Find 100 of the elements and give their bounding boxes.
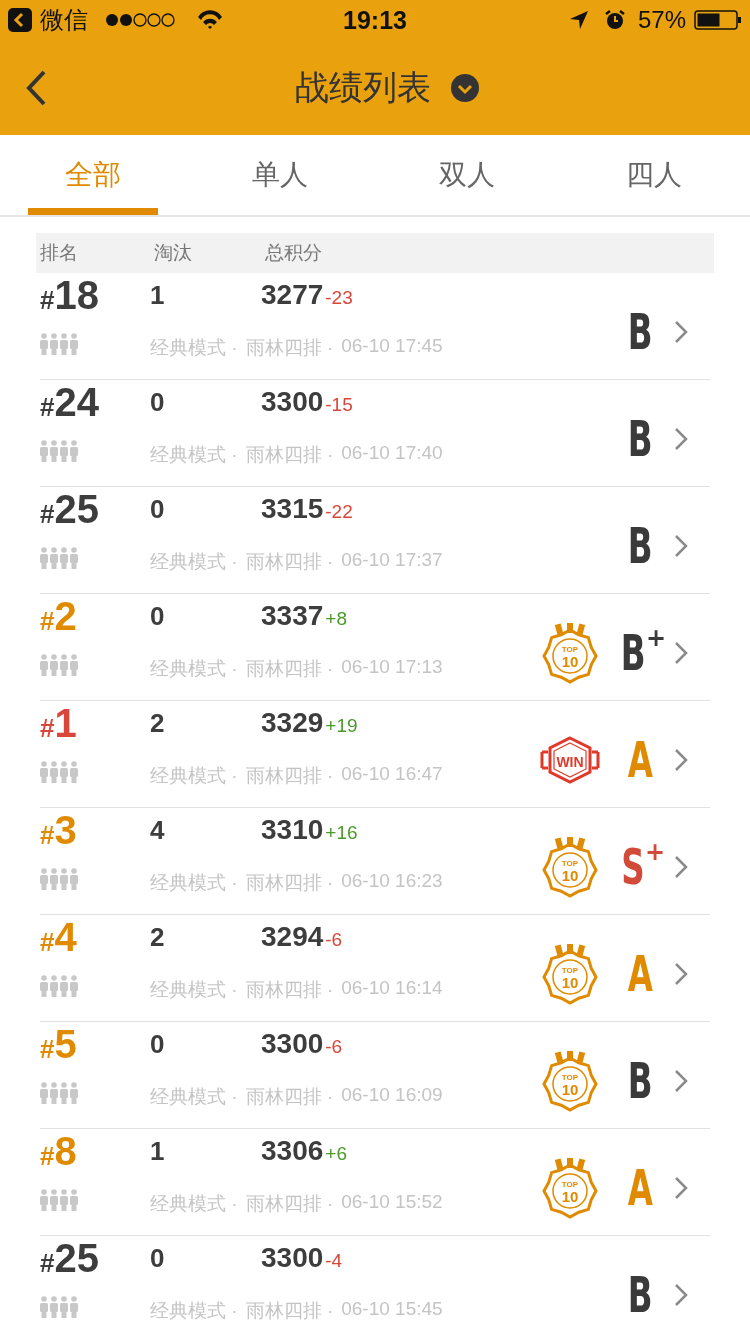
score-change: +16 (325, 822, 358, 843)
rank-number: #25 (40, 1236, 100, 1282)
chevron-right-icon[interactable] (674, 748, 688, 772)
match-time: 06-10 17:37 (341, 549, 443, 572)
map-mode: 雨林四排 · (245, 1085, 334, 1109)
game-mode: 经典模式 · (150, 978, 238, 1002)
elimination-count: 0 (150, 494, 166, 525)
match-time: 06-10 16:23 (341, 870, 443, 893)
chevron-right-icon[interactable] (674, 1176, 688, 1200)
tab[interactable]: 双人 (402, 135, 532, 215)
map-mode: 雨林四排 · (245, 336, 334, 360)
map-mode: 雨林四排 · (245, 764, 334, 788)
grade-letter: A (626, 944, 654, 1005)
total-score: 3300 (261, 386, 324, 417)
grade-letter: B (626, 1265, 654, 1326)
battery-icon (694, 10, 742, 30)
total-score: 3329 (261, 707, 324, 738)
elimination-count: 1 (150, 280, 166, 311)
match-time: 06-10 17:45 (341, 335, 443, 358)
rank-number: #4 (40, 915, 78, 961)
column-header: 排名 (39, 241, 79, 265)
score-change: -23 (325, 287, 353, 308)
elimination-count: 0 (150, 1029, 166, 1060)
map-mode: 雨林四排 · (245, 550, 334, 574)
match-time: 06-10 17:40 (341, 442, 443, 465)
grade-letter: S$^{+}$ (620, 837, 667, 898)
chevron-right-icon[interactable] (674, 320, 688, 344)
score-change: -4 (325, 1250, 343, 1271)
total-score: 3306 (261, 1135, 324, 1166)
score-change: +6 (325, 1143, 347, 1164)
rank-number: #5 (40, 1022, 78, 1068)
grade-letter: A (626, 1158, 654, 1219)
alarm-clock-icon (603, 9, 626, 31)
chevron-right-icon[interactable] (674, 1069, 688, 1093)
grade-letter: B (626, 516, 654, 577)
total-score: 3300 (261, 1242, 324, 1273)
column-header: 总积分 (265, 241, 322, 265)
rank-number: #3 (40, 808, 78, 854)
page-title: 战绩列表 (295, 66, 431, 108)
match-time: 06-10 16:47 (341, 763, 443, 786)
map-mode: 雨林四排 · (245, 657, 334, 681)
total-score: 3310 (261, 814, 324, 845)
game-mode: 经典模式 · (150, 764, 238, 788)
chevron-right-icon[interactable] (674, 534, 688, 558)
match-time: 06-10 15:45 (341, 1298, 443, 1321)
total-score: 3277 (261, 279, 324, 310)
map-mode: 雨林四排 · (245, 978, 334, 1002)
chevron-right-icon[interactable] (674, 962, 688, 986)
grade-letter: B (626, 302, 654, 363)
match-time: 06-10 17:13 (341, 656, 443, 679)
elimination-count: 0 (150, 387, 166, 418)
map-mode: 雨林四排 · (245, 1299, 334, 1323)
map-mode: 雨林四排 · (245, 1192, 334, 1216)
dropdown-icon[interactable] (451, 73, 479, 102)
elimination-count: 2 (150, 708, 166, 739)
game-mode: 经典模式 · (150, 1192, 238, 1216)
chevron-right-icon[interactable] (674, 1283, 688, 1307)
map-mode: 雨林四排 · (245, 443, 334, 467)
score-change: +8 (325, 608, 347, 629)
total-score: 3315 (261, 493, 324, 524)
total-score: 3294 (261, 921, 324, 952)
back-app-icon[interactable] (8, 8, 32, 32)
elimination-count: 2 (150, 922, 166, 953)
chevron-right-icon[interactable] (674, 855, 688, 879)
elimination-count: 0 (150, 601, 166, 632)
game-mode: 经典模式 · (150, 1085, 238, 1109)
score-change: -6 (325, 1036, 343, 1057)
wifi-icon (196, 9, 224, 31)
column-header: 淘汰 (154, 241, 193, 265)
grade-letter: B$^{+}$ (619, 623, 668, 684)
rank-number: #18 (40, 273, 100, 319)
back-app-label[interactable]: 微信 (40, 4, 88, 36)
rank-number: #2 (40, 594, 78, 640)
match-time: 06-10 16:09 (341, 1084, 443, 1107)
game-mode: 经典模式 · (150, 1299, 238, 1323)
clock-time: 19:13 (343, 5, 407, 35)
rank-number: #24 (40, 380, 100, 426)
grade-letter: A (626, 730, 654, 791)
tab[interactable]: 单人 (215, 135, 345, 215)
match-time: 06-10 16:14 (341, 977, 443, 1000)
rank-number: #8 (40, 1129, 78, 1175)
score-change: -15 (325, 394, 353, 415)
score-change: -22 (325, 501, 353, 522)
grade-letter: B (626, 1051, 654, 1112)
battery-percent: 57% (637, 6, 686, 34)
elimination-count: 0 (150, 1243, 166, 1274)
elimination-count: 1 (150, 1136, 166, 1167)
chevron-right-icon[interactable] (674, 427, 688, 451)
tab[interactable]: 四人 (589, 135, 719, 215)
score-change: +19 (325, 715, 358, 736)
match-time: 06-10 15:52 (341, 1191, 443, 1214)
game-mode: 经典模式 · (150, 550, 238, 574)
game-mode: 经典模式 · (150, 657, 238, 681)
grade-letter: B (626, 409, 654, 470)
total-score: 3337 (261, 600, 324, 631)
chevron-right-icon[interactable] (674, 641, 688, 665)
map-mode: 雨林四排 · (245, 871, 334, 895)
game-mode: 经典模式 · (150, 336, 238, 360)
elimination-count: 4 (150, 815, 166, 846)
rank-number: #25 (40, 487, 100, 533)
